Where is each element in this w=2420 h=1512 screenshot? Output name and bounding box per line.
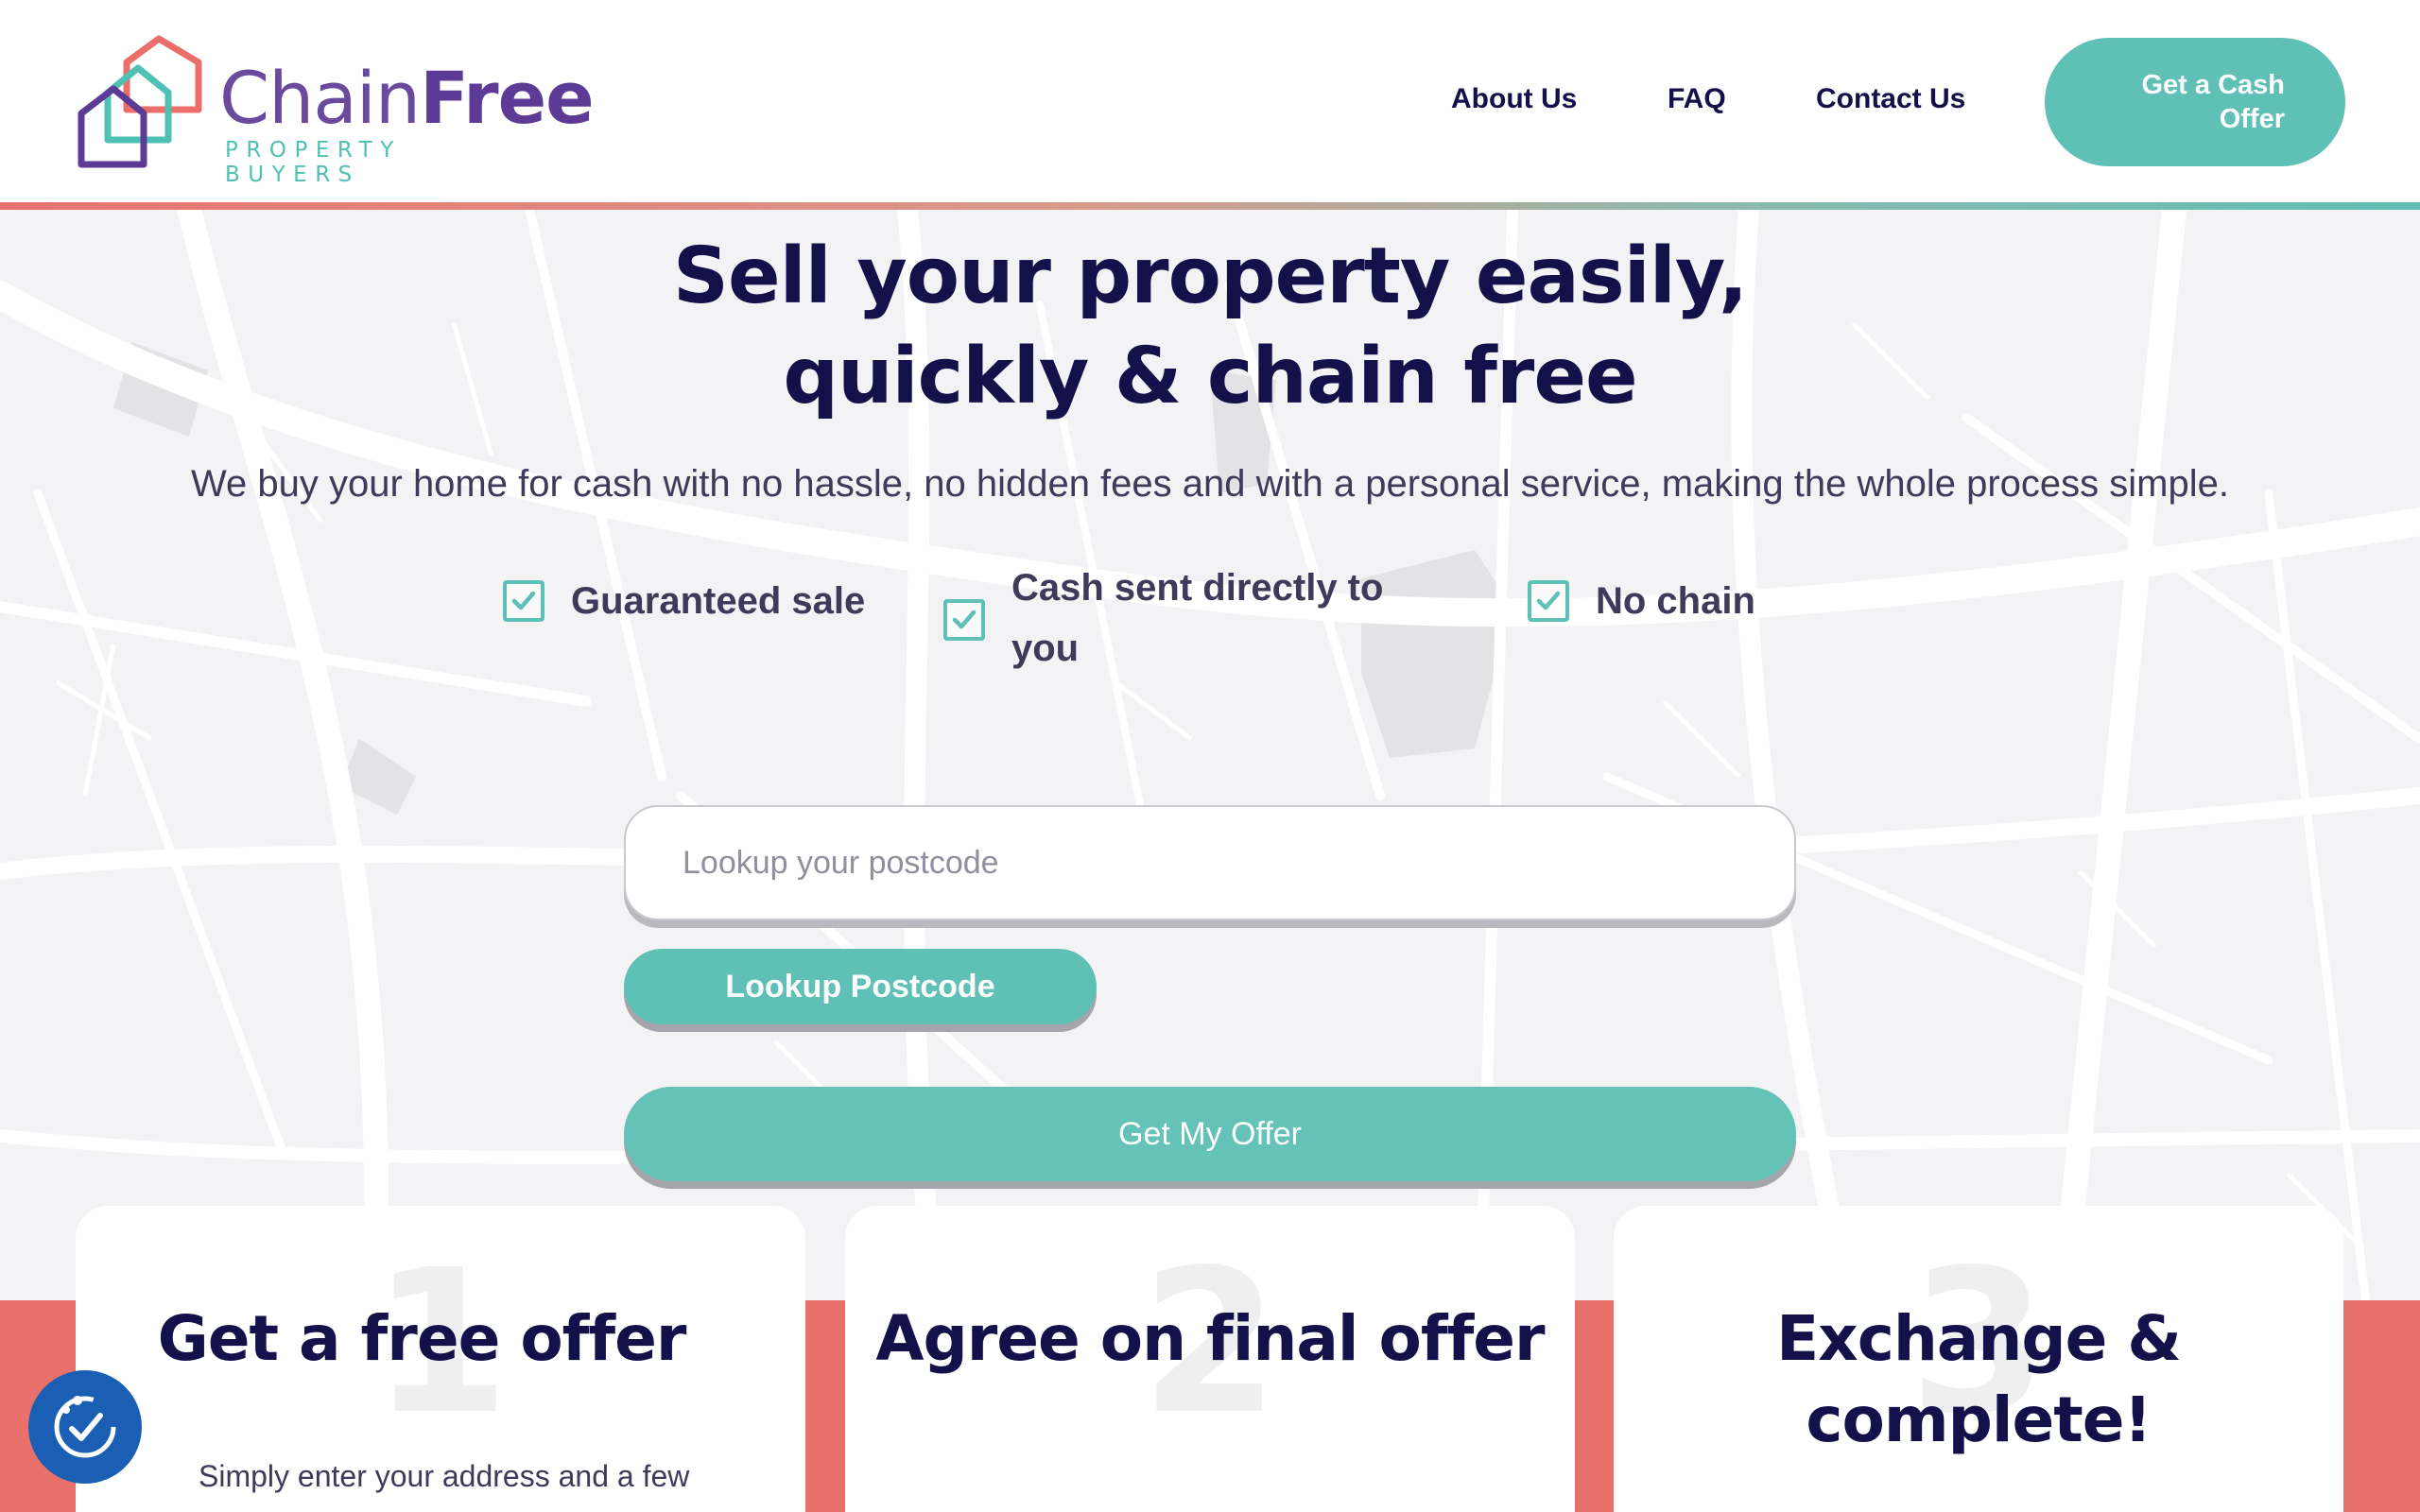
header-gradient-divider [0,202,2420,210]
step-description: Simply enter your address and a few [199,1459,690,1493]
postcode-placeholder: Lookup your postcode [683,844,999,881]
logo[interactable]: ChainFree PROPERTY BUYERS [76,34,595,187]
lookup-postcode-button[interactable]: Lookup Postcode [624,949,1097,1024]
step-card-2: 2 Agree on final offer [845,1206,1575,1512]
hero-subtitle: We buy your home for cash with no hassle… [191,463,2229,505]
house-logo-icon [78,35,202,168]
step-title: Agree on final offer [875,1302,1545,1375]
feature-label: No chain [1596,580,1755,622]
feature-label: Cash sent directly to you [1011,567,1384,669]
get-cash-offer-label: Get a Cash Offer [2141,70,2286,134]
site-header: ChainFree PROPERTY BUYERS About Us FAQ C… [0,0,2420,202]
checkbox-checked-icon [1528,580,1569,622]
feature-guaranteed-sale: Guaranteed sale [503,571,865,631]
nav-faq[interactable]: FAQ [1668,83,1726,115]
nav-about-us[interactable]: About Us [1451,83,1577,115]
get-my-offer-button[interactable]: Get My Offer [624,1087,1796,1181]
feature-label: Guaranteed sale [571,580,866,622]
accessibility-icon [54,1396,116,1458]
hero-title: Sell your property easily, quickly & cha… [0,227,2420,427]
feature-no-chain: No chain [1528,571,1755,631]
step-card-3: 3 Exchange & complete! [1614,1206,2343,1512]
hero-title-line2: quickly & chain free [783,332,1637,421]
get-cash-offer-button[interactable]: Get a Cash Offer [2045,38,2345,166]
logo-tagline: PROPERTY BUYERS [225,138,402,187]
nav-contact-us[interactable]: Contact Us [1816,83,1965,115]
checkbox-checked-icon [503,580,544,622]
checkbox-checked-icon [943,599,985,641]
postcode-input[interactable]: Lookup your postcode [624,805,1796,920]
feature-cash-direct: Cash sent directly to you [943,558,1418,679]
logo-wordmark: ChainFree [219,56,595,140]
step-title: Get a free offer [157,1302,687,1375]
step-card-1: 1 Get a free offer Simply enter your add… [76,1206,805,1512]
accessibility-button[interactable] [28,1370,142,1484]
hero-title-line1: Sell your property easily, [672,232,1748,321]
step-title: Exchange & complete! [1776,1302,2182,1456]
